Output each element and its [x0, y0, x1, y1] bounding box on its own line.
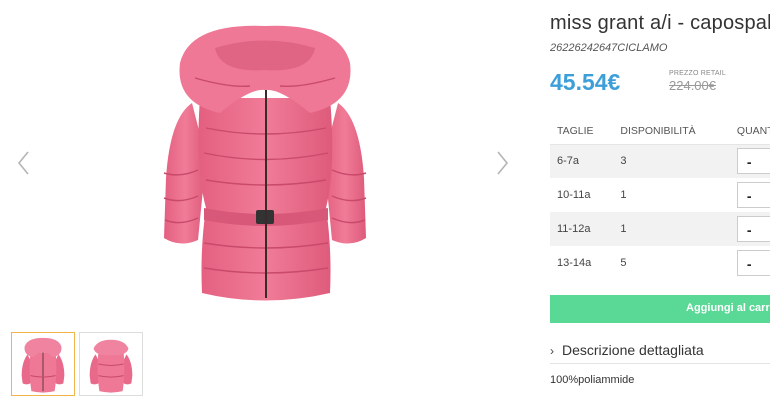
quantity-stepper[interactable]: - — [736, 216, 770, 242]
header-sizes: TAGLIE — [550, 118, 614, 145]
jacket-front-thumbnail-image — [21, 337, 65, 393]
gallery-prev-button[interactable] — [14, 148, 34, 178]
size-table-header: TAGLIE DISPONIBILITÀ QUANTITÀ — [550, 118, 770, 145]
header-quantity: QUANTITÀ — [729, 118, 770, 145]
thumbnail-front[interactable] — [11, 332, 75, 396]
description-text: 100%poliammide — [550, 374, 635, 386]
chevron-right-icon: › — [550, 344, 554, 358]
retail-price-label: PREZZO RETAIL — [669, 70, 726, 77]
availability-cell: 1 — [620, 189, 627, 201]
product-title: miss grant a/i - capospalla — [550, 12, 770, 34]
jacket-back-thumbnail-image — [89, 339, 133, 393]
header-availability: DISPONIBILITÀ — [613, 118, 730, 145]
table-row: 6-7a 3 - — [550, 144, 770, 178]
quantity-stepper[interactable]: - — [736, 148, 770, 175]
availability-cell: 3 — [613, 144, 730, 178]
quantity-stepper[interactable]: - — [736, 182, 770, 208]
minus-icon[interactable]: - — [747, 154, 752, 170]
quantity-cell: - — [729, 212, 770, 246]
add-to-cart-button[interactable]: Aggiungi al carrello — [550, 295, 770, 323]
product-main-image — [140, 8, 390, 308]
product-sku: 26226242647CICLAMO — [550, 42, 668, 54]
size-cell: 11-12a — [550, 212, 614, 246]
product-info-panel: miss grant a/i - capospalla 26226242647C… — [550, 0, 770, 410]
table-row: 10-11a 1 - — [550, 178, 770, 212]
quantity-stepper[interactable]: - — [736, 250, 770, 276]
product-price: 45.54€ — [550, 69, 621, 95]
quantity-cell: - — [729, 144, 770, 178]
table-row: 11-12a 1 - — [550, 212, 770, 246]
chevron-left-icon — [17, 151, 29, 175]
add-to-cart-label: Aggiungi al carrello — [686, 302, 770, 314]
chevron-right-icon — [497, 151, 509, 175]
thumbnail-back[interactable] — [79, 332, 143, 396]
table-row: 13-14a 5 - — [550, 246, 770, 280]
size-table: TAGLIE DISPONIBILITÀ QUANTITÀ 6-7a 3 - 1… — [550, 118, 770, 280]
minus-icon[interactable]: - — [747, 188, 752, 204]
quantity-cell: - — [730, 246, 770, 280]
description-toggle[interactable]: › Descrizione dettagliata — [550, 340, 770, 364]
pink-jacket-image — [163, 25, 367, 301]
gallery-next-button[interactable] — [492, 148, 512, 178]
size-cell: 10-11a — [557, 189, 591, 201]
description-toggle-label: Descrizione dettagliata — [562, 342, 704, 358]
product-gallery — [0, 0, 530, 410]
availability-cell: 5 — [620, 257, 627, 269]
size-cell: 13-14a — [557, 257, 592, 269]
retail-price: 224.00€ — [669, 78, 716, 93]
size-cell: 6-7a — [550, 144, 614, 178]
availability-cell: 1 — [613, 212, 730, 246]
quantity-cell: - — [730, 178, 770, 212]
minus-icon[interactable]: - — [747, 256, 752, 272]
minus-icon[interactable]: - — [747, 222, 752, 238]
